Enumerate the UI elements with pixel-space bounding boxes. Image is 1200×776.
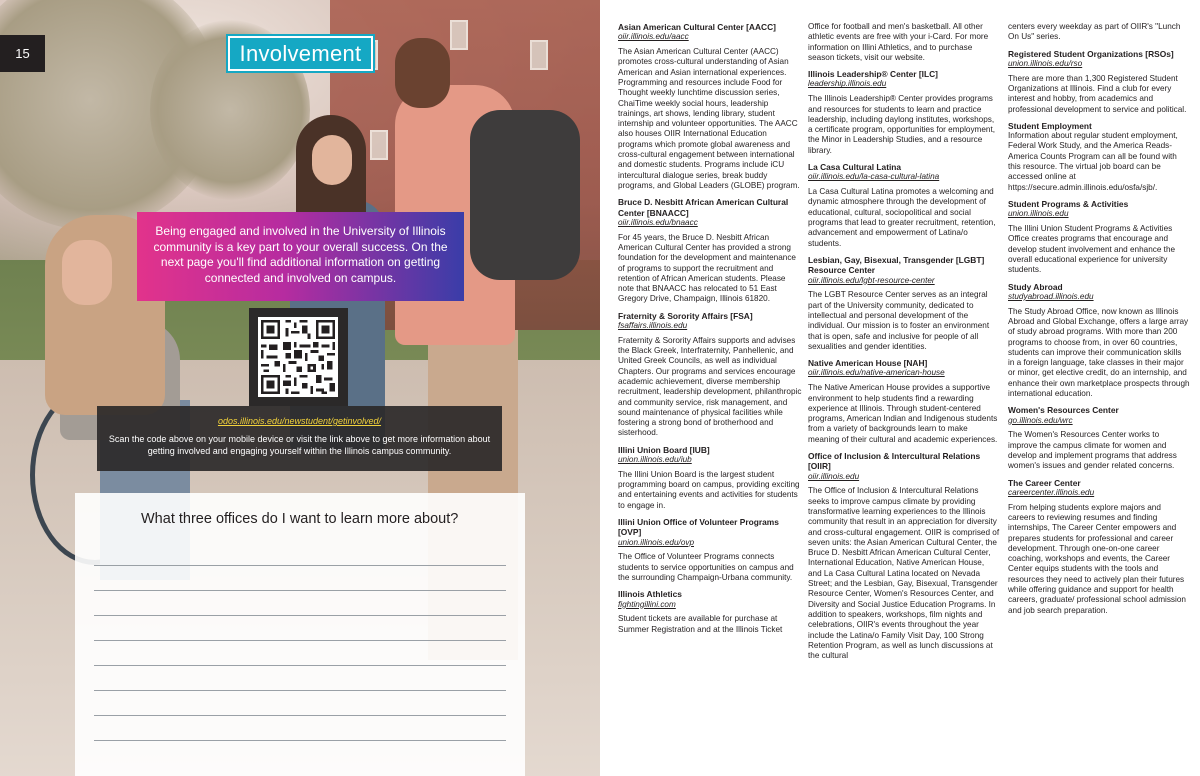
entry-nah: Native American House [NAH] oiir.illinoi… [808,358,1000,445]
entry-body: Fraternity & Sorority Affairs supports a… [618,335,802,438]
entry-link[interactable]: fightingillini.com [618,600,802,610]
qr-code-icon[interactable] [258,317,338,397]
entry-link[interactable]: go.illinois.edu/wrc [1008,416,1190,426]
entry-title: Office of Inclusion & Intercultural Rela… [808,450,981,472]
entry-body-continued: Office for football and men's basketball… [808,22,989,62]
entry-study-abroad: Study Abroad studyabroad.illinois.edu Th… [1008,282,1190,400]
entry-career-center: The Career Center careercenter.illinois.… [1008,478,1190,616]
entry-body: The Illinois Leadership® Center provides… [808,94,996,155]
entry-body: The Illini Union Student Programs & Acti… [1008,224,1176,275]
column-3: centers every weekday as part of OIIR's … [1008,22,1190,622]
note-line[interactable] [94,615,506,616]
entry-title: Study Abroad [1008,281,1063,292]
notes-question: What three offices do I want to learn mo… [141,511,459,527]
entry-link[interactable]: union.illinois.edu [1008,209,1190,219]
photo-person-head [395,38,450,108]
note-line[interactable] [94,740,506,741]
entry-student-employment: Student Employment Information about reg… [1008,121,1190,193]
entry-body: Information about regular student employ… [1008,131,1178,192]
entry-title: Illinois Athletics [618,589,682,600]
notes-panel: What three offices do I want to learn mo… [75,493,525,776]
photo-person-face [62,240,112,305]
entry-link[interactable]: oiir.illinois.edu/native-american-house [808,368,1000,378]
entry-body: From helping students explore majors and… [1008,502,1186,615]
column-2: Office for football and men's basketball… [808,22,1000,667]
entry-fsa: Fraternity & Sorority Affairs [FSA] fsaf… [618,311,802,439]
entry-body: The Illini Union Board is the largest st… [618,469,800,510]
photo-window [370,130,388,160]
involvement-link[interactable]: odos.illinois.edu/newstudent/getinvolved… [97,416,502,426]
entry-lgbt: Lesbian, Gay, Bisexual, Transgender [LGB… [808,255,1000,352]
entry-rso: Registered Student Organizations [RSOs] … [1008,49,1190,115]
entry-title: Lesbian, Gay, Bisexual, Transgender [LGB… [808,254,985,276]
photo-window [450,20,468,50]
entry-title: Illinois Leadership® Center [ILC] [808,69,938,80]
entry-ilc: Illinois Leadership® Center [ILC] leader… [808,69,1000,156]
scan-instructions: Scan the code above on your mobile devic… [108,434,491,456]
entry-title: Illini Union Board [IUB] [618,444,710,455]
intro-text: Being engaged and involved in the Univer… [137,212,464,301]
note-line[interactable] [94,690,506,691]
entry-link[interactable]: careercenter.illinois.edu [1008,488,1190,498]
left-page: 15 Involvement Being engaged and involve… [0,0,600,776]
entry-body: The Office of Volunteer Programs connect… [618,552,794,583]
photo-person-face [312,135,352,185]
entry-link[interactable]: studyabroad.illinois.edu [1008,292,1190,302]
entry-title: Fraternity & Sorority Affairs [FSA] [618,310,753,321]
scan-info-box: odos.illinois.edu/newstudent/getinvolved… [97,406,502,471]
entry-title: Asian American Cultural Center [AACC] [618,22,776,32]
entry-title: Student Programs & Activities [1008,198,1129,209]
entry-body: The Native American House provides a sup… [808,383,998,444]
entry-link[interactable]: oiir.illinois.edu/lgbt-resource-center [808,276,1000,286]
note-line[interactable] [94,565,506,566]
note-line[interactable] [94,640,506,641]
entry-body: For 45 years, the Bruce D. Nesbitt Afric… [618,232,796,304]
entry-title: Bruce D. Nesbitt African American Cultur… [618,197,789,218]
entry-link[interactable]: fsaffairs.illinois.edu [618,321,802,331]
entry-wrc: Women's Resources Center go.illinois.edu… [1008,405,1190,471]
note-line[interactable] [94,715,506,716]
entry-link[interactable]: oiir.illinois.edu/bnaacc [618,218,802,228]
entry-aacc: Asian American Cultural Center [AACC] oi… [618,22,802,191]
entry-title: Women's Resources Center [1008,405,1119,416]
entry-title: The Career Center [1008,477,1081,488]
entry-link[interactable]: union.illinois.edu/rso [1008,59,1190,69]
entry-body: The Office of Inclusion & Intercultural … [808,486,1000,661]
entry-title: La Casa Cultural Latina [808,162,902,173]
photo-window [530,40,548,70]
entry-link[interactable]: leadership.illinois.edu [808,79,1000,89]
entry-la-casa: La Casa Cultural Latina oiir.illinois.ed… [808,162,1000,249]
entry-athletics: Illinois Athletics fightingillini.com St… [618,589,802,635]
entry-body: The Study Abroad Office, now known as Il… [1008,306,1190,398]
entry-title: Registered Student Organizations [RSOs] [1008,48,1174,59]
entry-body: Student tickets are available for purcha… [618,614,783,634]
column-1: Asian American Cultural Center [AACC] oi… [618,22,802,641]
entry-ovp: Illini Union Office of Volunteer Program… [618,517,802,583]
entry-iub: Illini Union Board [IUB] union.illinois.… [618,445,802,511]
entry-link[interactable]: oiir.illinois.edu [808,472,1000,482]
entry-link[interactable]: union.illinois.edu/ovp [618,538,802,548]
entry-body: The Women's Resources Center works to im… [1008,430,1177,471]
entry-student-programs: Student Programs & Activities union.illi… [1008,199,1190,276]
entry-link[interactable]: union.illinois.edu/iub [618,455,802,465]
right-page: Asian American Cultural Center [AACC] oi… [600,0,1200,776]
entry-body: The LGBT Resource Center serves as an in… [808,290,990,351]
entry-title: Illini Union Office of Volunteer Program… [618,517,779,538]
entry-link[interactable]: oiir.illinois.edu/la-casa-cultural-latin… [808,172,1000,182]
entry-title: Student Employment [1008,120,1092,131]
entry-body: La Casa Cultural Latina promotes a welco… [808,187,996,248]
entry-body-continued: centers every weekday as part of OIIR's … [1008,22,1181,42]
entry-body: The Asian American Cultural Center (AACC… [618,47,800,190]
section-title: Involvement [226,34,375,73]
photo-backpack [470,110,580,280]
entry-link[interactable]: oiir.illinois.edu/aacc [618,32,802,42]
note-line[interactable] [94,665,506,666]
note-line[interactable] [94,590,506,591]
entry-title: Native American House [NAH] [808,358,928,369]
entry-body: There are more than 1,300 Registered Stu… [1008,73,1187,114]
entry-bnaacc: Bruce D. Nesbitt African American Cultur… [618,197,802,304]
page-number: 15 [15,46,30,61]
entry-oiir: Office of Inclusion & Intercultural Rela… [808,451,1000,661]
